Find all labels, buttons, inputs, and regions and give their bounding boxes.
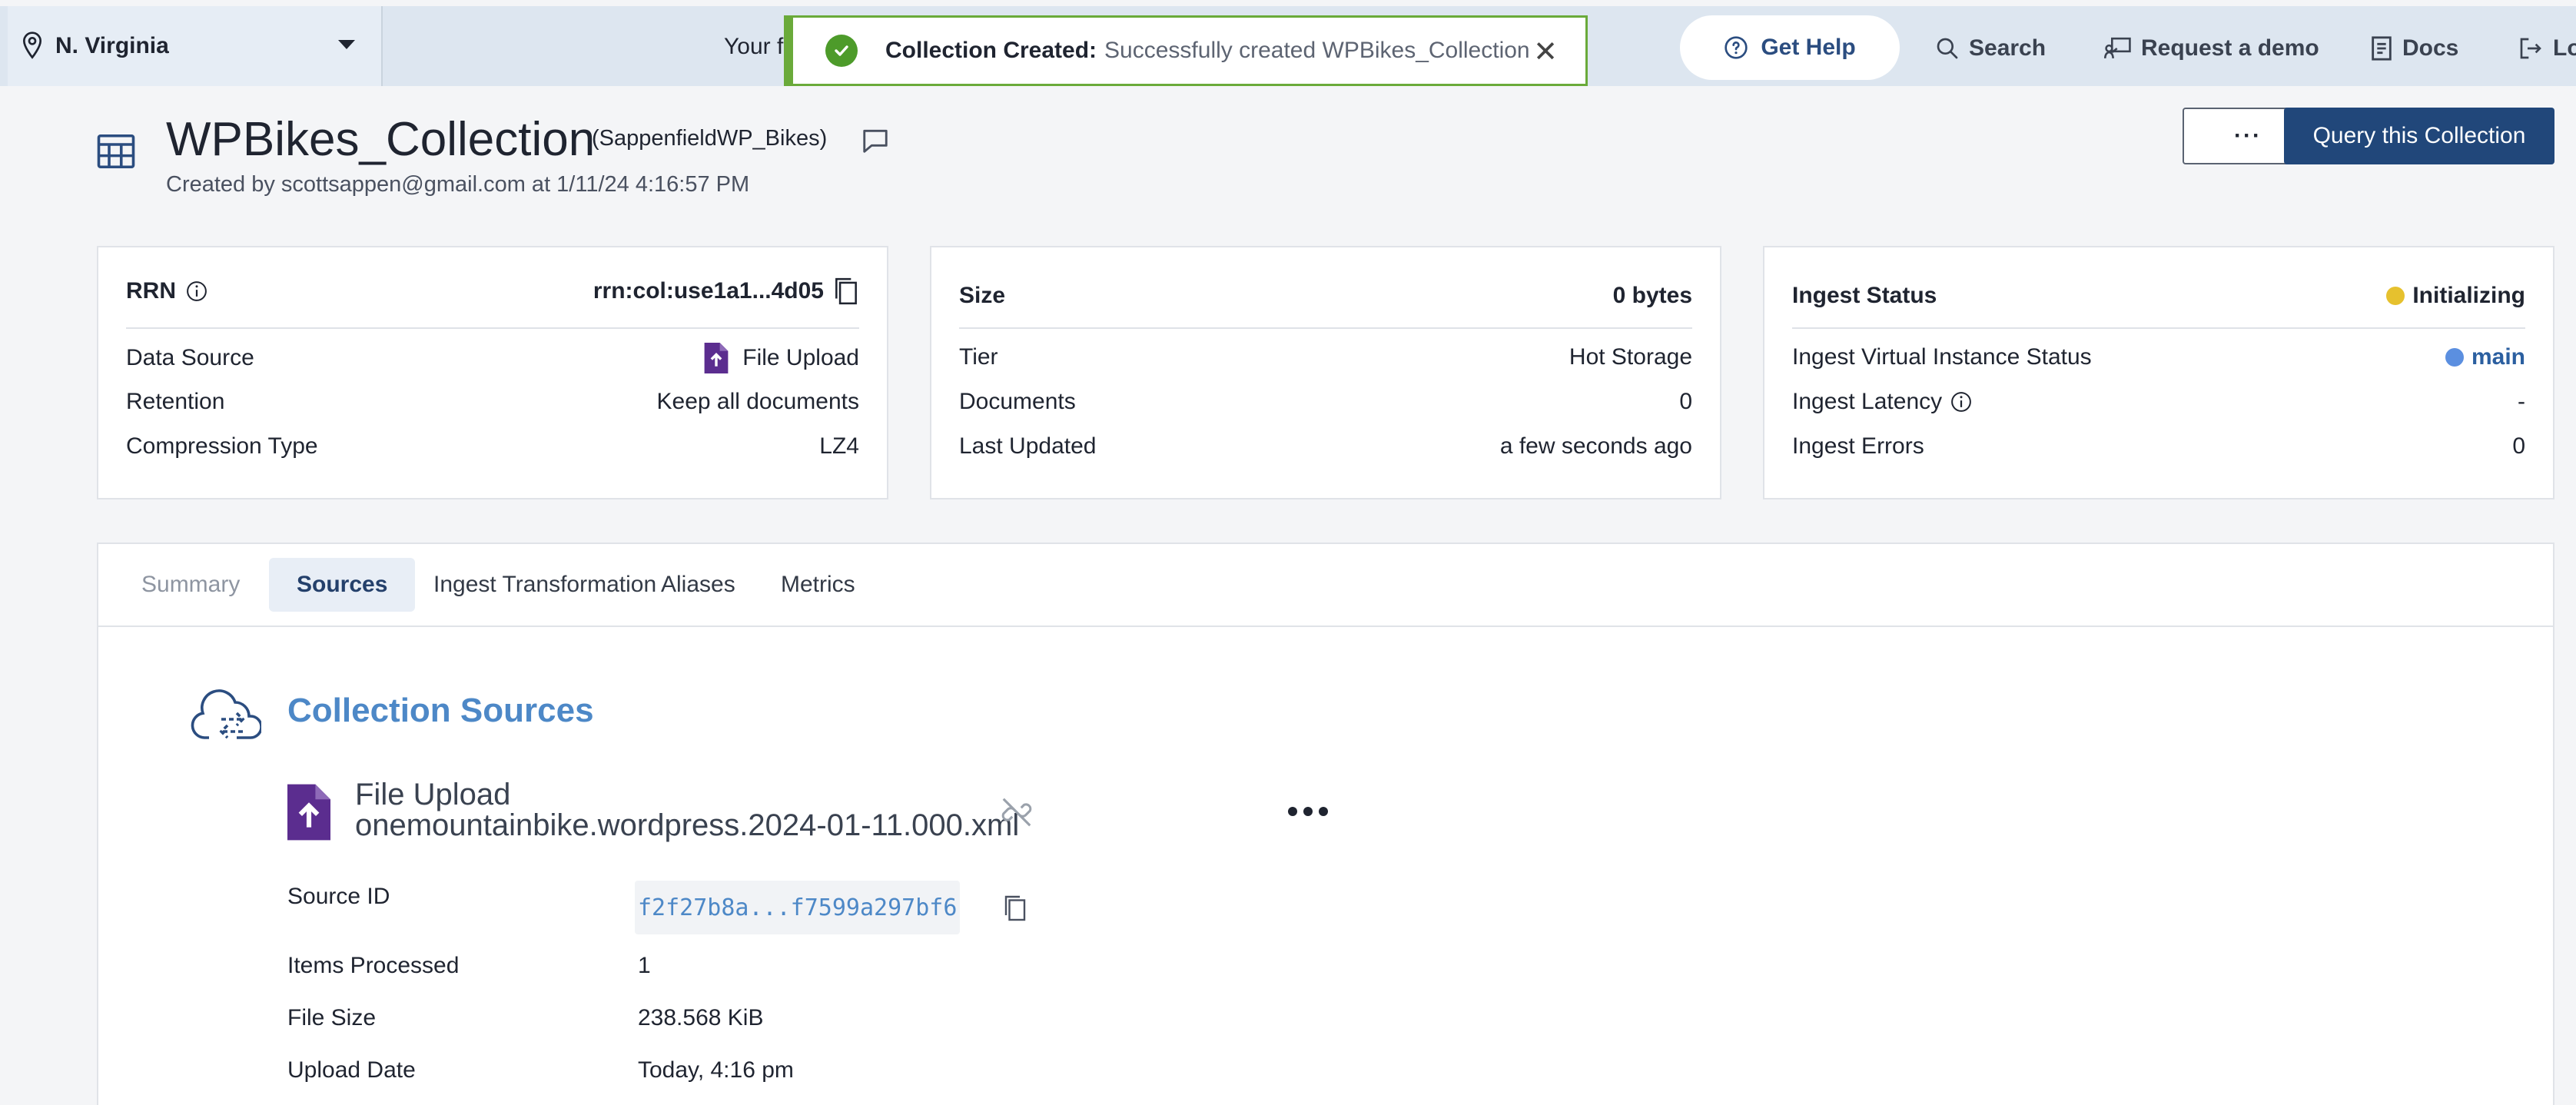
close-icon[interactable]: ✕ — [1533, 38, 1558, 67]
size-value: 0 bytes — [1612, 283, 1692, 308]
kebab-dot — [1288, 807, 1297, 816]
compression-value: LZ4 — [819, 433, 859, 459]
file-upload-icon — [287, 784, 330, 841]
search-link[interactable]: Search — [1935, 35, 2046, 61]
question-circle-icon — [1725, 36, 1748, 59]
virtual-instance-link[interactable]: main — [2445, 344, 2525, 370]
ingest-status-value: Initializing — [2412, 283, 2525, 308]
rrn-value: rrn:col:use1a1...4d05 — [593, 278, 824, 304]
document-icon — [2372, 36, 2392, 61]
cloud-sync-icon — [191, 689, 261, 739]
upload-date-label: Upload Date — [287, 1057, 416, 1083]
collection-sources-title: Collection Sources — [287, 692, 594, 729]
search-label: Search — [1969, 35, 2047, 61]
info-icon[interactable] — [185, 280, 208, 303]
toast-message: Successfully created WPBikes_Collection — [1104, 38, 1530, 63]
tier-value: Hot Storage — [1569, 344, 1692, 370]
docs-label: Docs — [2402, 35, 2459, 61]
logout-link[interactable]: Lo — [2518, 35, 2576, 61]
tab-summary[interactable]: Summary — [114, 558, 267, 612]
ingest-status-label: Ingest Status — [1792, 283, 1937, 308]
search-icon — [1937, 38, 1958, 59]
copy-icon[interactable] — [833, 277, 859, 306]
compression-label: Compression Type — [126, 433, 318, 459]
collection-details-card: RRN rrn:col:use1a1...4d05 Data Source Fi… — [97, 246, 888, 499]
kebab-dot — [1319, 807, 1328, 816]
source-file-name: onemountainbike.wordpress.2024-01-11.000… — [355, 808, 1020, 842]
storage-card: Size 0 bytes Tier Hot Storage Documents … — [930, 246, 1721, 499]
toast-title: Collection Created: — [885, 38, 1097, 63]
info-icon[interactable] — [1950, 390, 1973, 413]
request-demo-link[interactable]: Request a demo — [2104, 35, 2319, 61]
source-id-label: Source ID — [287, 884, 390, 909]
data-source-value: File Upload — [742, 345, 859, 370]
logout-icon — [2520, 38, 2541, 59]
ingest-latency-value: - — [2518, 389, 2525, 414]
success-toast: Collection Created: Successfully created… — [784, 15, 1588, 86]
retention-label: Retention — [126, 389, 225, 414]
file-upload-icon — [704, 343, 729, 373]
ingest-latency-label: Ingest Latency — [1792, 389, 1943, 414]
query-collection-button[interactable]: Query this Collection — [2284, 108, 2554, 164]
file-size-label: File Size — [287, 1005, 377, 1030]
presentation-icon — [2104, 37, 2131, 58]
region-selector[interactable]: N. Virginia — [8, 6, 383, 86]
check-circle-icon — [825, 35, 858, 67]
documents-value: 0 — [1679, 389, 1692, 414]
workspace-name: (SappenfieldWP_Bikes) — [592, 126, 828, 151]
card-divider — [1792, 327, 2525, 329]
last-updated-label: Last Updated — [959, 433, 1097, 459]
get-help-button[interactable]: Get Help — [1680, 15, 1900, 80]
rrn-label: RRN — [126, 278, 176, 304]
kebab-dot — [1303, 807, 1313, 816]
ingest-card: Ingest Status Initializing Ingest Virtua… — [1763, 246, 2554, 499]
location-pin-icon — [22, 32, 42, 59]
get-help-label: Get Help — [1761, 35, 1856, 60]
tab-sources[interactable]: Sources — [269, 558, 416, 612]
source-actions-menu[interactable] — [1288, 807, 1328, 816]
retention-value: Keep all documents — [656, 389, 860, 414]
docs-link[interactable]: Docs — [2370, 35, 2458, 61]
card-divider — [126, 327, 859, 329]
copy-icon[interactable] — [1002, 894, 1028, 922]
ingest-errors-value: 0 — [2512, 433, 2525, 459]
card-divider — [959, 327, 1692, 329]
tab-bar: Summary Sources Ingest Transformation Al… — [98, 544, 2553, 627]
virtual-instance-value: main — [2471, 344, 2525, 370]
created-info: Created by scottsappen@gmail.com at 1/11… — [166, 172, 750, 197]
unlink-icon[interactable] — [999, 795, 1034, 830]
tab-metrics[interactable]: Metrics — [753, 558, 883, 612]
top-bar: N. Virginia Your f Collection Created: S… — [0, 6, 2576, 86]
data-source-label: Data Source — [126, 345, 254, 370]
source-type: File Upload — [355, 778, 511, 811]
table-icon — [97, 134, 135, 169]
items-processed-label: Items Processed — [287, 953, 460, 978]
ingest-errors-label: Ingest Errors — [1792, 433, 1924, 459]
region-label: N. Virginia — [55, 33, 169, 58]
last-updated-value: a few seconds ago — [1499, 433, 1692, 459]
status-dot — [2386, 287, 2405, 305]
upload-date-value: Today, 4:16 pm — [638, 1057, 794, 1083]
logout-label: Lo — [2553, 35, 2576, 61]
banner-text: Your f — [724, 34, 784, 59]
size-label: Size — [959, 283, 1006, 308]
documents-label: Documents — [959, 389, 1076, 414]
comment-icon[interactable] — [861, 126, 890, 155]
virtual-instance-label: Ingest Virtual Instance Status — [1792, 344, 2092, 370]
source-id-value[interactable]: f2f27b8a...f7599a297bf6 — [635, 881, 961, 934]
tier-label: Tier — [959, 344, 998, 370]
chevron-down-icon — [338, 40, 355, 49]
items-processed-value: 1 — [638, 953, 651, 978]
tab-aliases[interactable]: Aliases — [633, 558, 763, 612]
collection-title: WPBikes_Collection — [166, 113, 596, 166]
request-demo-label: Request a demo — [2141, 35, 2319, 61]
status-dot — [2445, 348, 2464, 367]
file-size-value: 238.568 KiB — [638, 1005, 764, 1030]
